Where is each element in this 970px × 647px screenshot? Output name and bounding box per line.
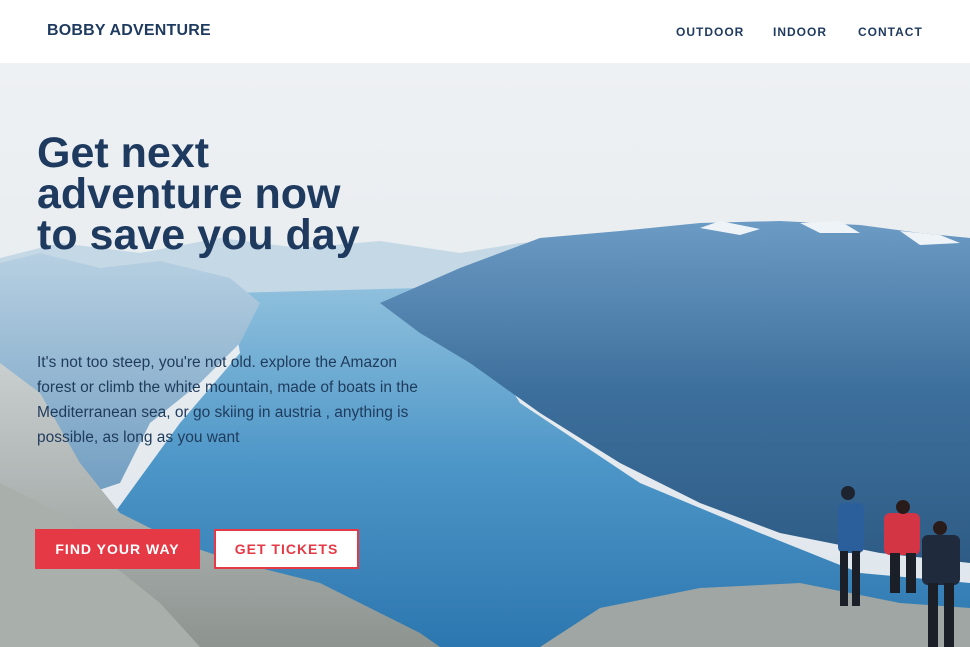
hero-headline: Get next adventure now to save you day (37, 129, 437, 259)
brand-logo[interactable]: BOBBY ADVENTURE (47, 22, 211, 40)
nav-link-contact[interactable]: CONTACT (858, 25, 923, 39)
nav-link-outdoor[interactable]: OUTDOOR (676, 25, 744, 39)
headline-line-1: Get next (37, 129, 210, 177)
headline-line-3: to save you day (37, 211, 360, 259)
navbar: BOBBY ADVENTURE OUTDOOR INDOOR CONTACT (0, 0, 970, 63)
hero-section: Get next adventure now to save you day I… (0, 63, 970, 647)
get-tickets-button[interactable]: GET TICKETS (214, 529, 359, 569)
find-your-way-button[interactable]: FIND YOUR WAY (35, 529, 200, 569)
nav-link-indoor[interactable]: INDOOR (773, 25, 827, 39)
headline-line-2: adventure now (37, 170, 341, 218)
hero-description: It's not too steep, you're not old. expl… (37, 354, 418, 446)
